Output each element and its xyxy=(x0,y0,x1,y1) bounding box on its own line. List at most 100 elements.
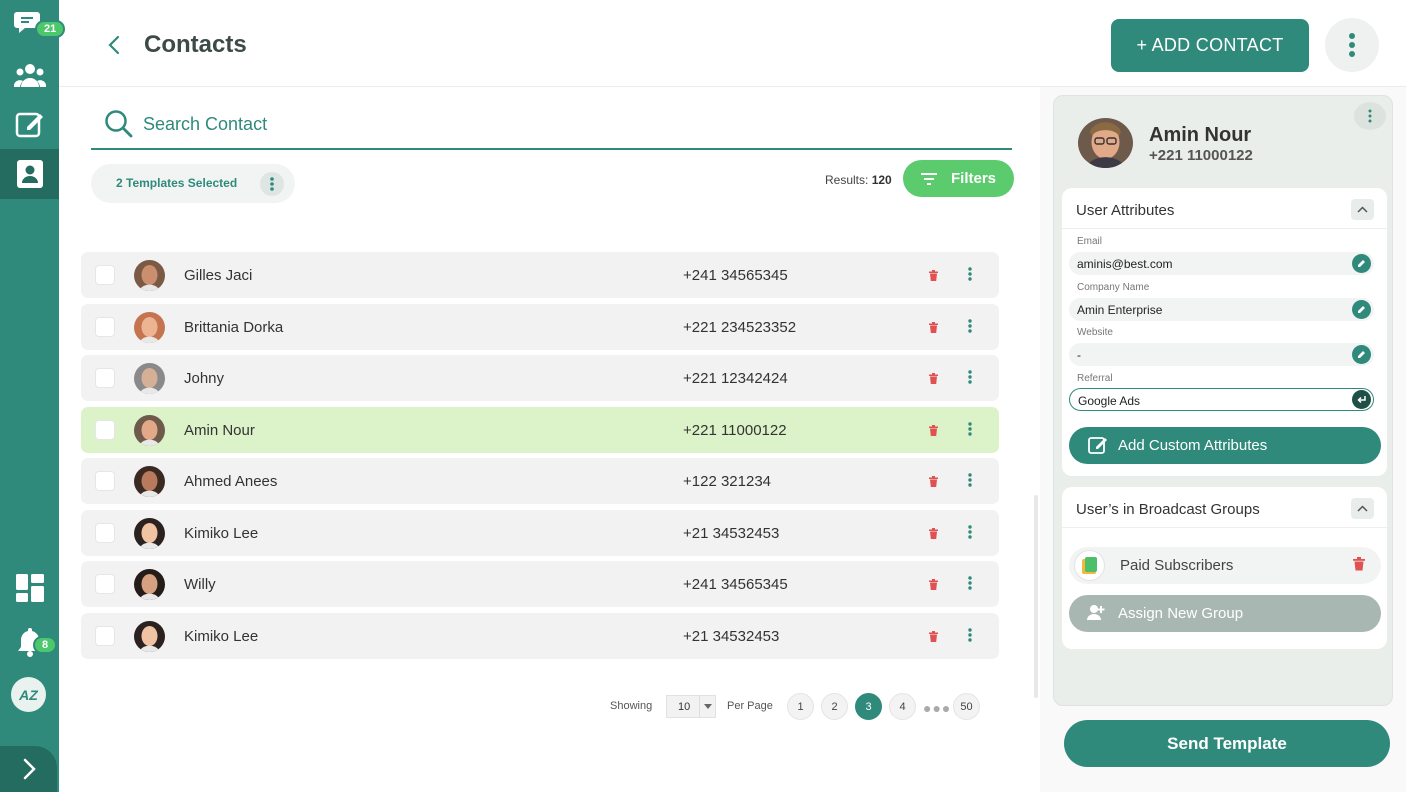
confirm-referral-button[interactable] xyxy=(1352,390,1371,409)
row-checkbox[interactable] xyxy=(95,316,115,337)
sidebar-item-dashboard[interactable] xyxy=(0,564,59,612)
page-button[interactable]: 4 xyxy=(889,693,916,720)
contact-more-button[interactable] xyxy=(967,575,973,596)
search-input[interactable] xyxy=(143,109,743,139)
contact-row[interactable]: Willy +241 34565345 xyxy=(81,561,999,607)
row-checkbox[interactable] xyxy=(95,368,115,388)
broadcast-groups-header[interactable]: User’s in Broadcast Groups xyxy=(1062,487,1387,528)
contact-more-button[interactable] xyxy=(967,369,973,390)
contact-row[interactable]: Brittania Dorka +221 234523352 xyxy=(81,303,999,350)
header-more-button[interactable] xyxy=(1325,18,1379,72)
sidebar-item-contacts[interactable] xyxy=(0,149,59,199)
delete-contact-button[interactable] xyxy=(929,577,938,595)
sidebar-item-notifications[interactable]: 8 xyxy=(0,618,59,666)
selection-label: 2 Templates Selected xyxy=(116,176,238,190)
list-scrollbar[interactable] xyxy=(1034,495,1038,698)
company-name-value: Amin Enterprise xyxy=(1077,303,1163,317)
sidebar-expand-button[interactable] xyxy=(0,746,57,792)
user-attributes-header[interactable]: User Attributes xyxy=(1062,188,1387,229)
sidebar-item-templates[interactable] xyxy=(0,100,59,148)
brand-avatar[interactable]: AZ xyxy=(11,677,46,712)
selection-more-button[interactable] xyxy=(260,172,284,196)
edit-website-button[interactable] xyxy=(1352,345,1371,364)
remove-group-button[interactable] xyxy=(1353,557,1365,576)
assign-new-group-button[interactable]: Assign New Group xyxy=(1069,595,1381,632)
email-field[interactable]: aminis@best.com xyxy=(1069,252,1374,275)
row-checkbox[interactable] xyxy=(95,574,115,594)
page-button-current[interactable]: 3 xyxy=(855,693,882,720)
contact-more-button[interactable] xyxy=(967,318,973,339)
trash-icon xyxy=(929,373,938,384)
collapse-groups-button[interactable] xyxy=(1351,498,1374,519)
row-checkbox[interactable] xyxy=(95,265,115,285)
contact-more-button[interactable] xyxy=(967,421,973,442)
delete-contact-button[interactable] xyxy=(929,474,938,492)
add-custom-attributes-button[interactable]: Add Custom Attributes xyxy=(1069,427,1381,464)
sidebar-item-groups[interactable] xyxy=(0,51,59,99)
contact-avatar xyxy=(134,517,165,549)
contact-row[interactable]: Kimiko Lee +21 34532453 xyxy=(81,509,999,556)
row-checkbox[interactable] xyxy=(95,419,115,440)
referral-label: Referral xyxy=(1077,373,1113,384)
contact-row[interactable]: Amin Nour +221 11000122 xyxy=(81,406,999,453)
profile-phone: +221 11000122 xyxy=(1149,147,1253,164)
contact-phone: +221 11000122 xyxy=(683,421,787,439)
group-icon xyxy=(1074,550,1105,581)
contact-detail-panel: Amin Nour +221 11000122 User Attributes … xyxy=(1053,95,1393,706)
selection-chip: 2 Templates Selected xyxy=(91,164,295,203)
row-checkbox[interactable] xyxy=(95,522,115,543)
edit-company-button[interactable] xyxy=(1352,300,1371,319)
per-page-select[interactable]: 10 xyxy=(666,695,716,718)
back-button[interactable] xyxy=(99,30,129,60)
delete-contact-button[interactable] xyxy=(929,629,938,647)
kebab-icon xyxy=(968,318,972,333)
add-contact-button[interactable]: + ADD CONTACT xyxy=(1111,19,1309,72)
contact-more-button[interactable] xyxy=(967,472,973,493)
contact-name: Ahmed Anees xyxy=(184,473,278,490)
page-button-last[interactable]: 50 xyxy=(953,693,980,720)
delete-contact-button[interactable] xyxy=(929,268,938,286)
delete-contact-button[interactable] xyxy=(929,320,938,338)
email-label: Email xyxy=(1077,236,1103,247)
delete-contact-button[interactable] xyxy=(929,526,938,544)
contact-row[interactable]: Ahmed Anees +122 321234 xyxy=(81,458,999,504)
trash-icon xyxy=(1353,557,1365,571)
send-template-button[interactable]: Send Template xyxy=(1064,720,1390,767)
page-button[interactable]: 2 xyxy=(821,693,848,720)
edit-email-button[interactable] xyxy=(1352,254,1371,273)
results-label: Results: xyxy=(825,173,869,187)
contact-card-icon xyxy=(16,160,43,188)
trash-icon xyxy=(929,476,938,487)
website-field[interactable]: - xyxy=(1069,343,1374,366)
company-name-label: Company Name xyxy=(1077,282,1150,293)
delete-contact-button[interactable] xyxy=(929,423,938,441)
row-checkbox[interactable] xyxy=(95,625,115,646)
contact-row[interactable]: Kimiko Lee +21 34532453 xyxy=(81,612,999,659)
contact-more-button[interactable] xyxy=(967,266,973,287)
sidebar: 21 8 AZ xyxy=(0,0,66,792)
contact-more-button[interactable] xyxy=(967,524,973,545)
contact-row[interactable]: Gilles Jaci +241 34565345 xyxy=(81,252,999,298)
referral-field[interactable]: Google Ads xyxy=(1069,388,1374,411)
collapse-attributes-button[interactable] xyxy=(1351,199,1374,220)
group-item[interactable]: Paid Subscribers xyxy=(1069,547,1381,584)
delete-contact-button[interactable] xyxy=(929,371,938,389)
trash-icon xyxy=(929,527,938,539)
contact-avatar xyxy=(134,260,165,291)
broadcast-groups-title: User’s in Broadcast Groups xyxy=(1076,501,1260,518)
contact-row[interactable]: Johny +221 12342424 xyxy=(81,355,999,401)
sidebar-item-chats[interactable]: 21 xyxy=(0,0,66,48)
contact-more-button[interactable] xyxy=(967,627,973,648)
filters-button[interactable]: Filters xyxy=(903,160,1014,197)
per-page-label: Per Page xyxy=(727,700,773,712)
people-icon xyxy=(13,64,46,87)
contact-avatar xyxy=(134,363,165,394)
website-label: Website xyxy=(1077,327,1113,338)
profile-name: Amin Nour xyxy=(1149,124,1252,146)
page-button[interactable]: 1 xyxy=(787,693,814,720)
contact-phone: +21 34532453 xyxy=(683,524,780,542)
company-name-field[interactable]: Amin Enterprise xyxy=(1069,298,1374,321)
row-checkbox[interactable] xyxy=(95,471,115,491)
contact-name: Kimiko Lee xyxy=(184,627,259,645)
panel-more-button[interactable] xyxy=(1354,102,1386,130)
